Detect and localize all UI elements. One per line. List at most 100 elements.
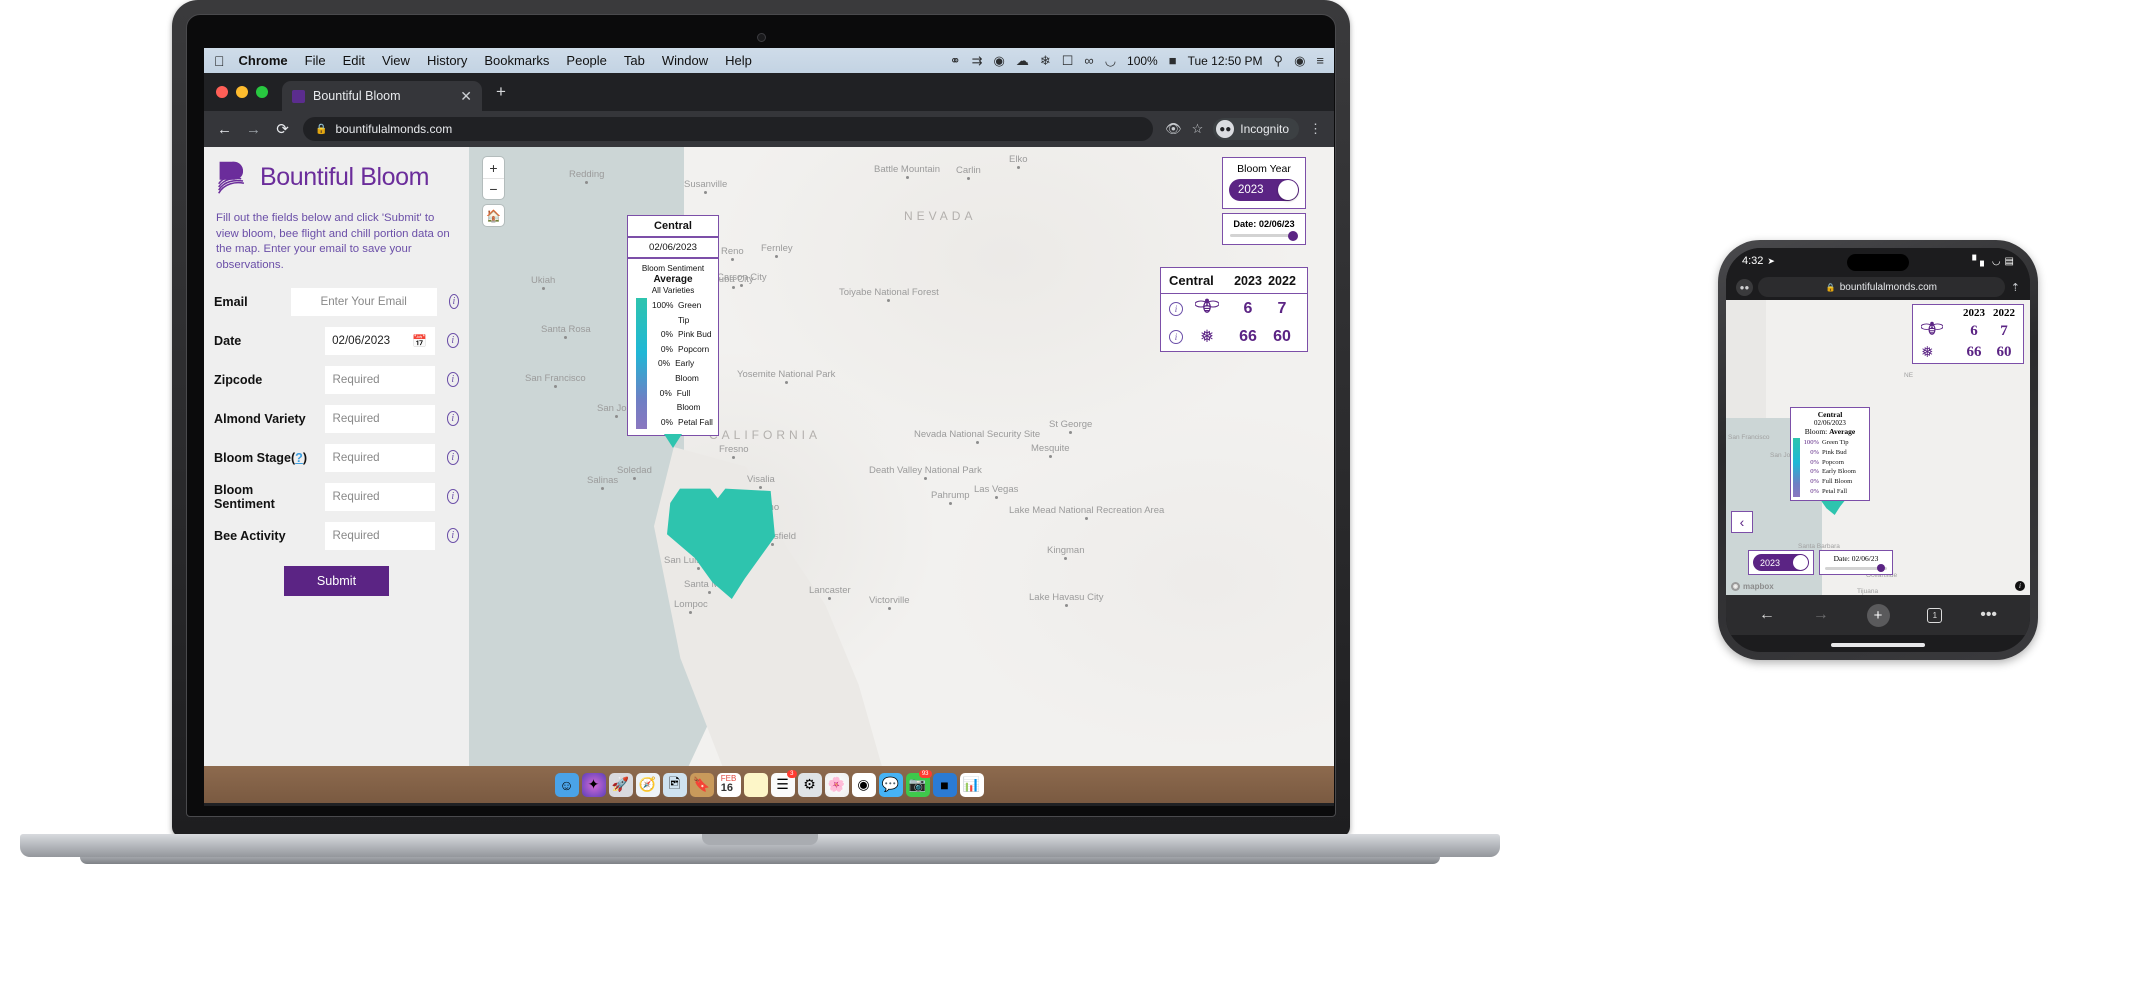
menu-help[interactable]: Help [725, 53, 752, 68]
menu-tab[interactable]: Tab [624, 53, 645, 68]
contacts-icon[interactable]: 🔖 [689, 772, 714, 797]
profile-chip[interactable]: ●● Incognito [1213, 118, 1299, 140]
numbers-icon[interactable]: 📊 [959, 772, 984, 797]
phone-map-canvas[interactable]: San FranciscoSan JoseCALIFORNIAFresnoSan… [1726, 300, 2030, 595]
bluetooth-icon[interactable]: ⇉ [972, 53, 983, 69]
facetime-icon[interactable]: 📷 93 [905, 769, 932, 797]
bee-activity-field[interactable]: Required [324, 521, 435, 550]
incognito-icon[interactable]: ●● [1736, 278, 1753, 296]
eye-slash-icon[interactable]: 👁 [1165, 121, 1182, 137]
bloom-stage-field[interactable]: Required [324, 443, 435, 472]
safari-icon[interactable]: 🧭 [635, 772, 660, 797]
browser-tab[interactable]: Bountiful Bloom ✕ [282, 81, 482, 111]
bloom-sentiment-field[interactable]: Required [324, 482, 435, 511]
close-window-button[interactable] [216, 86, 228, 98]
forward-icon[interactable]: → [245, 121, 262, 138]
menu-bookmarks[interactable]: Bookmarks [484, 53, 549, 68]
map-home-button[interactable]: 🏠 [483, 205, 504, 226]
close-tab-icon[interactable]: ✕ [460, 88, 472, 105]
info-icon-bloom-sentiment[interactable]: i [446, 489, 459, 505]
droplet-icon[interactable]: ❄ [1040, 53, 1051, 69]
date-field[interactable]: 02/06/2023 📅 [324, 326, 435, 355]
notes-icon[interactable] [743, 772, 768, 797]
info-icon-zipcode[interactable]: i [446, 372, 459, 388]
info-icon-bee-stat[interactable]: i [1169, 301, 1183, 316]
menu-file[interactable]: File [305, 53, 326, 68]
info-icon-chill-stat[interactable]: i [1169, 330, 1183, 344]
reload-icon[interactable]: ⟳ [274, 120, 291, 138]
finder-icon[interactable]: ☺ [554, 772, 579, 797]
keynote-icon[interactable]: ■ [932, 772, 957, 797]
star-icon[interactable]: ☆ [1192, 121, 1204, 137]
info-icon-email[interactable]: i [448, 294, 459, 310]
mapbox-attribution[interactable]: ◉ mapbox [1731, 582, 1774, 591]
phone-tab-count[interactable]: 1 [1927, 607, 1943, 623]
search-icon[interactable]: ⚲ [1274, 53, 1284, 69]
link-icon[interactable]: ∞ [1084, 53, 1093, 68]
map-info-icon[interactable]: i [2015, 581, 2025, 591]
menu-history[interactable]: History [427, 53, 467, 68]
info-icon-bloom-stage[interactable]: i [446, 450, 459, 466]
legend-date: 02/06/2023 [648, 242, 697, 253]
calendar-icon[interactable]: FEB 16 [716, 772, 741, 797]
legend-region: Central [654, 220, 692, 232]
submit-button[interactable]: Submit [284, 565, 389, 596]
chrome-icon[interactable]: ◉ [851, 772, 876, 797]
bloom-stage-help-link[interactable]: ? [295, 451, 303, 465]
menu-window[interactable]: Window [662, 53, 708, 68]
cloud-icon[interactable]: ☁ [1016, 53, 1029, 69]
phone-url-box[interactable]: 🔒 bountifulalmonds.com [1758, 277, 2005, 297]
control-center-icon[interactable]: ≡ [1316, 53, 1324, 68]
menu-chrome[interactable]: Chrome [239, 53, 288, 68]
siri-icon[interactable]: ◉ [1294, 53, 1305, 69]
almond-variety-field[interactable]: Required [324, 404, 435, 433]
phone-slider-handle[interactable] [1877, 564, 1885, 572]
phone-new-tab-button[interactable]: + [1866, 603, 1890, 627]
preview-icon[interactable]: 🖻 [662, 772, 687, 797]
map-label: Toiyabe National Forest [839, 287, 939, 302]
phone-back-button[interactable]: ‹ [1731, 511, 1753, 533]
email-field[interactable]: Enter Your Email [290, 287, 437, 316]
apple-icon[interactable]:  [214, 53, 225, 69]
share-icon[interactable]: ⇡ [2011, 281, 2020, 294]
bloom-year-toggle[interactable]: 2023 [1229, 179, 1299, 201]
zipcode-field[interactable]: Required [324, 365, 435, 394]
zoom-in-button[interactable]: + [483, 157, 504, 178]
phone-back-icon[interactable]: ← [1759, 606, 1775, 624]
date-slider-label: Date: 02/06/23 [1233, 219, 1295, 229]
menu-people[interactable]: People [566, 53, 606, 68]
calendar-icon[interactable]: 📅 [412, 334, 427, 348]
phone-date-slider[interactable] [1825, 564, 1887, 572]
messages-icon[interactable]: 💬 [878, 772, 903, 797]
phone-address-bar[interactable]: ●● 🔒 bountifulalmonds.com ⇡ [1726, 274, 2030, 300]
launchpad-icon[interactable]: 🚀 [608, 772, 633, 797]
reminders-icon[interactable]: ☰ 3 [770, 769, 797, 797]
minimize-window-button[interactable] [236, 86, 248, 98]
phone-more-icon[interactable]: ••• [1980, 606, 1997, 624]
phone-forward-icon[interactable]: → [1813, 606, 1829, 624]
zoom-out-button[interactable]: − [483, 178, 504, 199]
dropbox-icon[interactable]: ◉ [994, 53, 1005, 69]
map-canvas[interactable]: Redding Susanville Elko Carlin Battle Mounta… [469, 147, 1334, 766]
address-bar[interactable]: 🔒 bountifulalmonds.com [303, 117, 1154, 141]
new-tab-button[interactable]: + [496, 82, 506, 102]
back-icon[interactable]: ← [216, 121, 233, 138]
wifi-icon[interactable]: ◡ [1105, 53, 1116, 69]
info-icon-bee-activity[interactable]: i [446, 528, 459, 544]
siri-icon[interactable]: ✦ [581, 772, 606, 797]
phone-stats-bee-2022: 7 [2000, 322, 2008, 339]
vpn-icon[interactable]: ⚭ [950, 53, 961, 69]
kebab-menu-icon[interactable]: ⋮ [1309, 121, 1322, 137]
menu-edit[interactable]: Edit [343, 53, 365, 68]
display-icon[interactable]: ☐ [1062, 53, 1074, 69]
info-icon-almond-variety[interactable]: i [446, 411, 459, 427]
maximize-window-button[interactable] [256, 86, 268, 98]
slider-handle[interactable] [1288, 230, 1298, 241]
system-preferences-icon[interactable]: ⚙ [797, 772, 822, 797]
phone-bloom-year-toggle[interactable]: 2023 [1753, 554, 1809, 571]
info-icon-date[interactable]: i [446, 333, 459, 349]
legend-date-box: 02/06/2023 [627, 237, 719, 258]
menu-view[interactable]: View [382, 53, 410, 68]
photos-icon[interactable]: 🌸 [824, 772, 849, 797]
date-slider[interactable] [1230, 230, 1298, 241]
